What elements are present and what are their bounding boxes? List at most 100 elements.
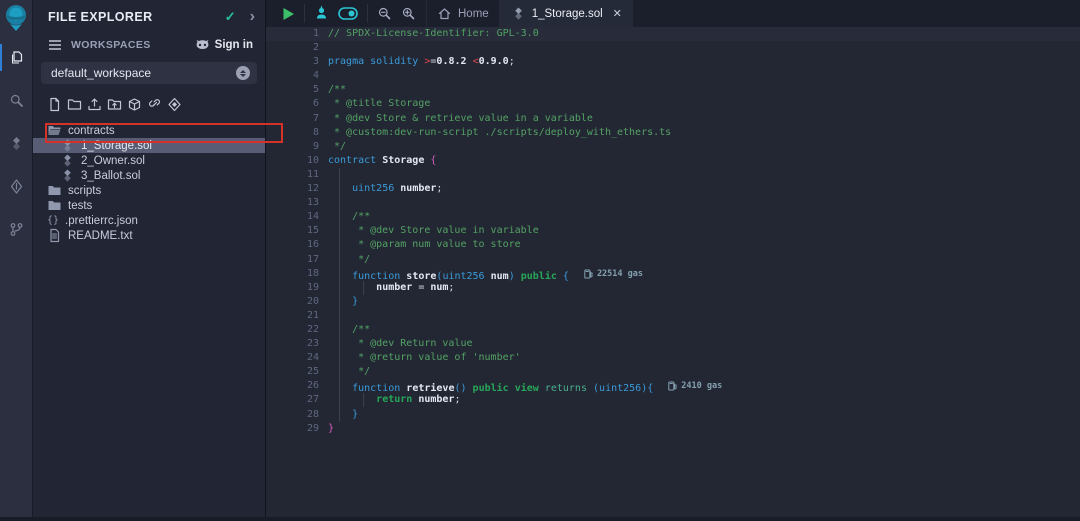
editor-toolbar [266, 0, 426, 27]
remix-logo[interactable] [0, 0, 33, 36]
line-number[interactable]: 22 [266, 323, 328, 337]
tree-item-3_ballot.sol[interactable]: 3_Ballot.sol [33, 168, 265, 183]
code-line[interactable]: 16 * @param num value to store [266, 238, 1080, 252]
code-line[interactable]: 9 */ [266, 140, 1080, 154]
line-number[interactable]: 4 [266, 69, 328, 83]
import-url-button[interactable] [147, 97, 162, 112]
zoom-out-button[interactable] [377, 6, 392, 21]
tree-item-.prettierrc.json[interactable]: {}.prettierrc.json [33, 213, 265, 228]
line-number[interactable]: 29 [266, 422, 328, 436]
code-line[interactable]: 14 /** [266, 210, 1080, 224]
apply-check-icon[interactable]: ✓ [225, 9, 236, 25]
line-number[interactable]: 15 [266, 224, 328, 238]
tree-item-scripts[interactable]: scripts [33, 183, 265, 198]
tree-item-2_owner.sol[interactable]: 2_Owner.sol [33, 153, 265, 168]
ai-toggle-button[interactable] [338, 7, 358, 20]
code-line[interactable]: 7 * @dev Store & retrieve value in a var… [266, 112, 1080, 126]
code-line[interactable]: 5/** [266, 83, 1080, 97]
tree-item-readme.txt[interactable]: README.txt [33, 228, 265, 243]
line-number[interactable]: 17 [266, 253, 328, 267]
solidity-file-icon [511, 6, 526, 21]
code-text [328, 69, 1080, 83]
workspaces-row: WORKSPACES Sign in [33, 26, 265, 54]
sidebar-item-git[interactable] [0, 208, 33, 251]
code-text [328, 196, 1080, 210]
code-line[interactable]: 25 */ [266, 365, 1080, 379]
collapse-chevron-icon[interactable]: › [250, 12, 255, 22]
line-number[interactable]: 21 [266, 309, 328, 323]
code-line[interactable]: 18 function store(uint256 num) public {2… [266, 267, 1080, 281]
code-line[interactable]: 23 * @dev Return value [266, 337, 1080, 351]
code-line[interactable]: 11 [266, 168, 1080, 182]
code-line[interactable]: 6 * @title Storage [266, 97, 1080, 111]
code-line[interactable]: 24 * @return value of 'number' [266, 351, 1080, 365]
code-line[interactable]: 17 */ [266, 253, 1080, 267]
load-box-button[interactable] [127, 97, 142, 112]
ai-assistant-button[interactable] [314, 6, 329, 21]
line-number[interactable]: 11 [266, 168, 328, 182]
code-line[interactable]: 26 function retrieve() public view retur… [266, 379, 1080, 393]
line-number[interactable]: 2 [266, 41, 328, 55]
line-number[interactable]: 6 [266, 97, 328, 111]
upload-folder-button[interactable] [107, 97, 122, 112]
code-line[interactable]: 3pragma solidity >=0.8.2 <0.9.0; [266, 55, 1080, 69]
code-line[interactable]: 13 [266, 196, 1080, 210]
code-line[interactable]: 21 [266, 309, 1080, 323]
robot-icon [314, 6, 329, 21]
tab-home[interactable]: Home [426, 0, 500, 27]
sidebar-item-solidity-compiler[interactable] [0, 122, 33, 165]
code-line[interactable]: 10contract Storage { [266, 154, 1080, 168]
tree-item-label: README.txt [68, 230, 133, 242]
code-line[interactable]: 1// SPDX-License-Identifier: GPL-3.0 [266, 27, 1080, 41]
tree-item-tests[interactable]: tests [33, 198, 265, 213]
code-text: * @title Storage [328, 97, 1080, 111]
tree-item-label: scripts [68, 185, 101, 197]
line-number[interactable]: 24 [266, 351, 328, 365]
line-number[interactable]: 3 [266, 55, 328, 69]
code-line[interactable]: 28 } [266, 408, 1080, 422]
code-line[interactable]: 27 return number; [266, 393, 1080, 407]
line-number[interactable]: 12 [266, 182, 328, 196]
upload-file-button[interactable] [87, 97, 102, 112]
code-line[interactable]: 29} [266, 422, 1080, 436]
solidity-badge-icon [167, 97, 182, 112]
code-line[interactable]: 15 * @dev Store value in variable [266, 224, 1080, 238]
code-line[interactable]: 2 [266, 41, 1080, 55]
run-script-button[interactable] [282, 7, 295, 21]
line-number[interactable]: 28 [266, 408, 328, 422]
new-folder-button[interactable] [67, 97, 82, 112]
code-line[interactable]: 8 * @custom:dev-run-script ./scripts/dep… [266, 126, 1080, 140]
sidebar-item-file-explorer[interactable] [0, 36, 33, 79]
line-number[interactable]: 16 [266, 238, 328, 252]
sidebar-item-search[interactable] [0, 79, 33, 122]
line-number[interactable]: 23 [266, 337, 328, 351]
sidebar-item-deploy-run[interactable] [0, 165, 33, 208]
code-editor[interactable]: 1// SPDX-License-Identifier: GPL-3.023pr… [266, 27, 1080, 521]
close-tab-icon[interactable]: ✕ [613, 7, 622, 20]
code-line[interactable]: 20 } [266, 295, 1080, 309]
sign-in-button[interactable]: Sign in [195, 39, 253, 52]
line-number[interactable]: 25 [266, 365, 328, 379]
workspace-select[interactable]: default_workspace [41, 62, 257, 84]
status-bar [0, 517, 1080, 521]
code-line[interactable]: 4 [266, 69, 1080, 83]
line-number[interactable]: 1 [266, 27, 328, 41]
code-line[interactable]: 12 uint256 number; [266, 182, 1080, 196]
line-number[interactable]: 26 [266, 379, 328, 393]
hamburger-icon[interactable] [48, 39, 62, 51]
code-line[interactable]: 22 /** [266, 323, 1080, 337]
line-number[interactable]: 19 [266, 281, 328, 295]
line-number[interactable]: 18 [266, 267, 328, 281]
solidity-badge-button[interactable] [167, 97, 182, 112]
line-number[interactable]: 13 [266, 196, 328, 210]
line-number[interactable]: 27 [266, 393, 328, 407]
code-text: /** [328, 323, 1080, 337]
new-file-button[interactable] [47, 97, 62, 112]
line-number[interactable]: 14 [266, 210, 328, 224]
tab-1_storage.sol[interactable]: 1_Storage.sol✕ [500, 0, 633, 27]
line-number[interactable]: 20 [266, 295, 328, 309]
line-number[interactable]: 10 [266, 154, 328, 168]
line-number[interactable]: 5 [266, 83, 328, 97]
code-line[interactable]: 19 number = num; [266, 281, 1080, 295]
zoom-in-button[interactable] [401, 6, 416, 21]
